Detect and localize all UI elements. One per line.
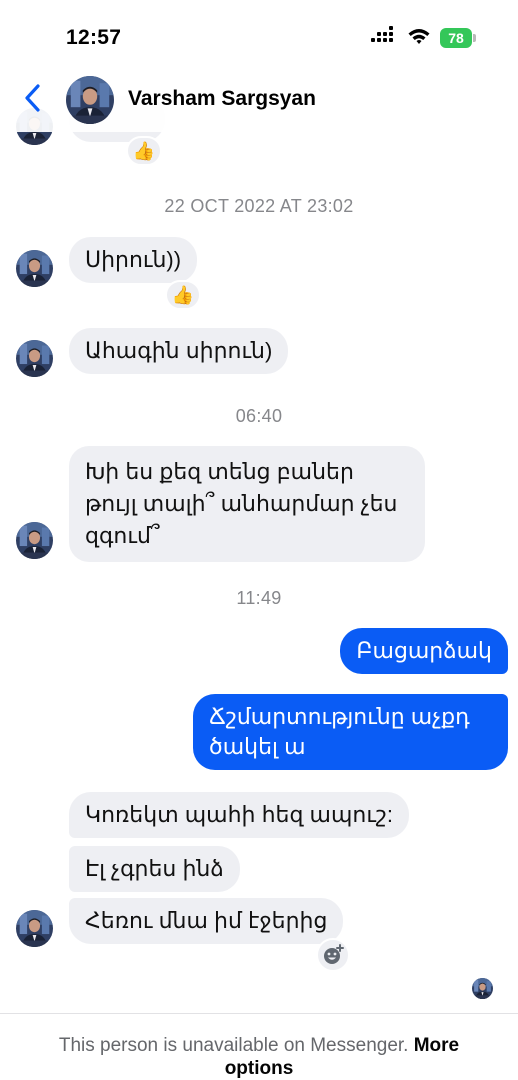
message-text: Խի ես քեզ տենց բաներ թույլ տալի՞ անհարմա…: [85, 459, 398, 548]
message-text: Էլ չգրես ինձ: [85, 856, 224, 881]
message-timestamp: 06:40: [235, 406, 283, 426]
message-bubble-incoming[interactable]: Խի ես քեզ տենց բաներ թույլ տալի՞ անհարմա…: [69, 446, 425, 562]
message-bubble-incoming[interactable]: Ահագին սիրուն): [69, 328, 289, 374]
contact-avatar[interactable]: [16, 340, 53, 377]
message-text: Բացարձակ: [356, 638, 492, 663]
message-text: Սիրուն)): [85, 247, 182, 272]
reaction-badge[interactable]: 👍: [165, 280, 201, 310]
message-bubble-incoming[interactable]: Սիրուն)): [69, 237, 198, 283]
message-timestamp: 22 OCT 2022 AT 23:02: [164, 196, 354, 216]
battery-tip: [473, 34, 476, 42]
contact-name[interactable]: Varsham Sargsyan: [128, 87, 316, 111]
read-receipt-avatar: [472, 978, 493, 999]
wifi-icon: [408, 29, 430, 44]
unavailable-message: This person is unavailable on Messenger.: [58, 1035, 409, 1056]
unavailable-text-block: This person is unavailable on Messenger.…: [0, 1034, 518, 1080]
status-bar: 12:57 78: [0, 0, 518, 66]
status-time: 12:57: [66, 26, 122, 49]
message-text: Հեռու մնա իմ էջերից: [85, 908, 328, 933]
add-reaction-icon: [324, 944, 344, 964]
battery-indicator: 78: [440, 28, 476, 48]
thumbs-up-icon: 👍: [132, 141, 156, 161]
message-text: Ճշմարտությունը աչքդ ծակել ա: [209, 704, 470, 759]
message-bubble-incoming[interactable]: Կոռեկտ պահի հեզ ապուշ:: [69, 792, 409, 838]
cellular-signal-icon: [371, 26, 395, 46]
message-bubble-incoming[interactable]: Հեռու մնա իմ էջերից: [69, 898, 344, 944]
back-button[interactable]: [18, 80, 48, 116]
reaction-badge[interactable]: 👍: [126, 136, 162, 166]
contact-avatar[interactable]: [16, 910, 53, 947]
conversation-thread[interactable]: 👍 22 OCT 2022 AT 23:02 Սիրուն)) 👍 Ահագին…: [0, 0, 518, 1012]
message-bubble-outgoing[interactable]: Ճշմարտությունը աչքդ ծակել ա: [193, 694, 508, 770]
battery-level: 78: [440, 28, 472, 48]
chevron-left-icon: [25, 84, 40, 112]
message-timestamp: 11:49: [236, 588, 282, 608]
unavailable-notice: This person is unavailable on Messenger.…: [0, 1013, 518, 1080]
contact-avatar[interactable]: [16, 522, 53, 559]
message-bubble-outgoing[interactable]: Բացարձակ: [340, 628, 508, 674]
thumbs-up-icon: 👍: [171, 285, 195, 305]
contact-avatar[interactable]: [16, 250, 53, 287]
message-bubble-incoming[interactable]: Էլ չգրես ինձ: [69, 846, 240, 892]
add-reaction-button[interactable]: [316, 938, 350, 972]
message-text: Ահագին սիրուն): [85, 338, 273, 363]
message-text: Կոռեկտ պահի հեզ ապուշ:: [85, 802, 393, 827]
header-avatar[interactable]: [66, 76, 114, 124]
chat-header: Varsham Sargsyan: [0, 66, 518, 132]
